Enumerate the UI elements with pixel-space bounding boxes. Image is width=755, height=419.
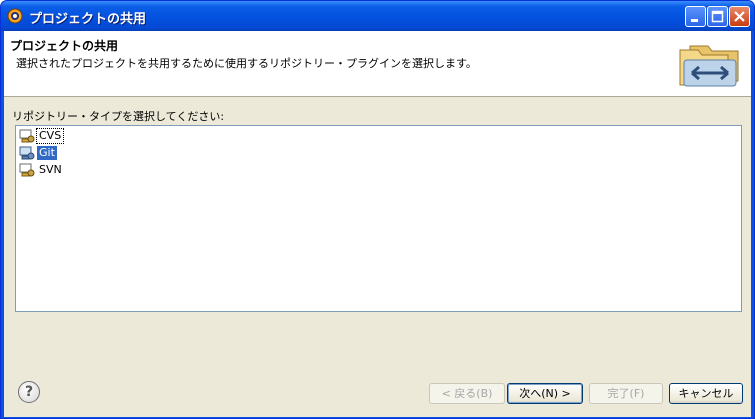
repository-type-prompt: リポジトリー・タイプを選択してください: <box>12 110 225 123</box>
back-button[interactable]: < 戻る(B) <box>429 383 505 404</box>
dialog-body: プロジェクトの共用 選択されたプロジェクトを共用するために使用するリポジトリー・… <box>4 31 751 417</box>
list-item-label: Git <box>37 146 57 160</box>
minimize-button[interactable] <box>685 6 706 27</box>
close-button[interactable] <box>729 6 750 27</box>
window-title: プロジェクトの共用 <box>29 12 147 27</box>
cancel-button[interactable]: キャンセル <box>669 383 743 404</box>
minimize-icon <box>691 19 698 22</box>
list-item-cvs[interactable]: CVS <box>19 128 65 144</box>
share-project-dialog: プロジェクトの共用 プロジェクトの共用 選択されたプロジェクトを共用するために使… <box>0 0 755 419</box>
list-item-svn[interactable]: SVN <box>19 162 64 178</box>
next-button[interactable]: 次へ(N) > <box>507 383 583 404</box>
title-bar[interactable]: プロジェクトの共用 <box>1 1 754 31</box>
wizard-header: プロジェクトの共用 選択されたプロジェクトを共用するために使用するリポジトリー・… <box>4 31 751 97</box>
page-description: 選択されたプロジェクトを共用するために使用するリポジトリー・プラグインを選択しま… <box>16 57 477 70</box>
help-icon: ? <box>24 384 34 400</box>
share-folders-icon <box>679 45 739 87</box>
maximize-button[interactable] <box>707 6 728 27</box>
list-item-git[interactable]: Git <box>19 145 57 161</box>
git-repository-icon <box>19 146 35 160</box>
maximize-icon <box>711 10 724 23</box>
page-title: プロジェクトの共用 <box>10 39 119 53</box>
finish-button[interactable]: 完了(F) <box>589 383 663 404</box>
eclipse-icon <box>7 8 23 24</box>
help-button[interactable]: ? <box>18 381 40 403</box>
svn-repository-icon <box>19 163 35 177</box>
list-item-label: SVN <box>39 163 62 176</box>
cvs-repository-icon <box>19 129 35 143</box>
close-icon <box>734 11 745 22</box>
list-item-label: CVS <box>35 128 65 144</box>
repository-type-list[interactable]: CVS Git SVN <box>15 125 742 312</box>
